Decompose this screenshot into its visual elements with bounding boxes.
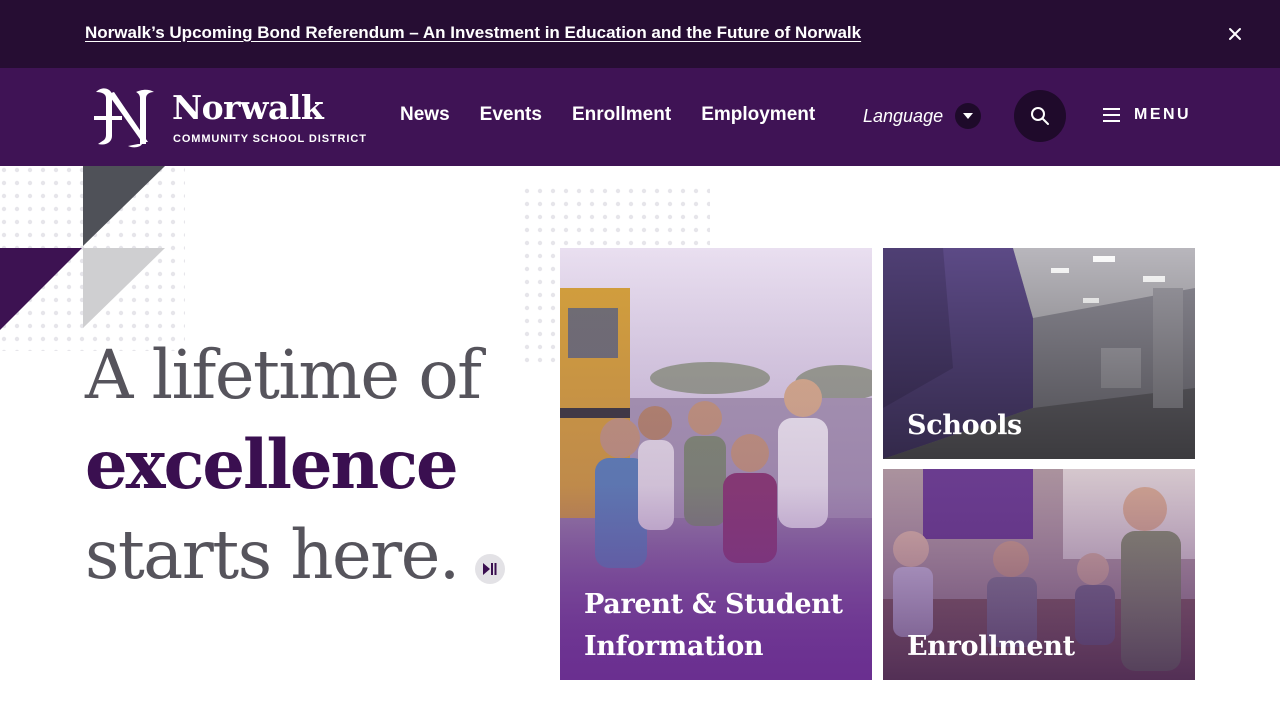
nav-enrollment[interactable]: Enrollment — [572, 104, 671, 126]
alert-bar: Norwalk’s Upcoming Bond Referendum – An … — [0, 0, 1280, 68]
headline-line-3: starts here. — [85, 516, 460, 594]
alert-link[interactable]: Norwalk’s Upcoming Bond Referendum – An … — [85, 23, 861, 43]
main-nav: News Events Enrollment Employment — [400, 104, 815, 126]
logo-mark-icon — [94, 88, 154, 148]
tile-label: Parent & Student Information — [584, 584, 843, 668]
tile-enrollment[interactable]: Enrollment — [883, 469, 1195, 680]
tile-schools[interactable]: Schools — [883, 248, 1195, 459]
site-header: Norwalk COMMUNITY SCHOOL DISTRICT News E… — [0, 68, 1280, 166]
nav-employment[interactable]: Employment — [701, 104, 815, 126]
hero-headline: A lifetime of excellence starts here. — [85, 330, 482, 600]
tile-label-schools: Schools — [907, 410, 1022, 441]
logo-name: Norwalk — [172, 88, 324, 127]
menu-button[interactable]: MENU — [1103, 106, 1191, 124]
decorative-pattern — [0, 166, 185, 351]
tile-label-line-1: Parent & Student — [584, 589, 843, 620]
play-pause-icon — [483, 563, 497, 575]
tile-parent-student-info[interactable]: Parent & Student Information — [560, 248, 872, 680]
headline-line-2: excellence — [85, 425, 459, 504]
tile-label-line-2: Information — [584, 631, 764, 662]
search-button[interactable] — [1014, 90, 1066, 142]
play-pause-button[interactable] — [475, 554, 505, 584]
logo-subtitle: COMMUNITY SCHOOL DISTRICT — [173, 133, 367, 145]
logo[interactable]: Norwalk COMMUNITY SCHOOL DISTRICT — [92, 86, 372, 150]
language-label: Language — [863, 105, 944, 126]
close-icon[interactable] — [1224, 23, 1246, 45]
nav-news[interactable]: News — [400, 104, 450, 126]
headline-line-1: A lifetime of — [85, 336, 482, 414]
menu-label: MENU — [1134, 106, 1192, 123]
tile-label-enrollment: Enrollment — [907, 631, 1075, 662]
caret-down-icon — [955, 103, 982, 129]
hamburger-icon — [1103, 108, 1120, 122]
language-selector[interactable]: Language — [863, 103, 982, 129]
search-icon — [1031, 107, 1049, 125]
nav-events[interactable]: Events — [480, 104, 542, 126]
